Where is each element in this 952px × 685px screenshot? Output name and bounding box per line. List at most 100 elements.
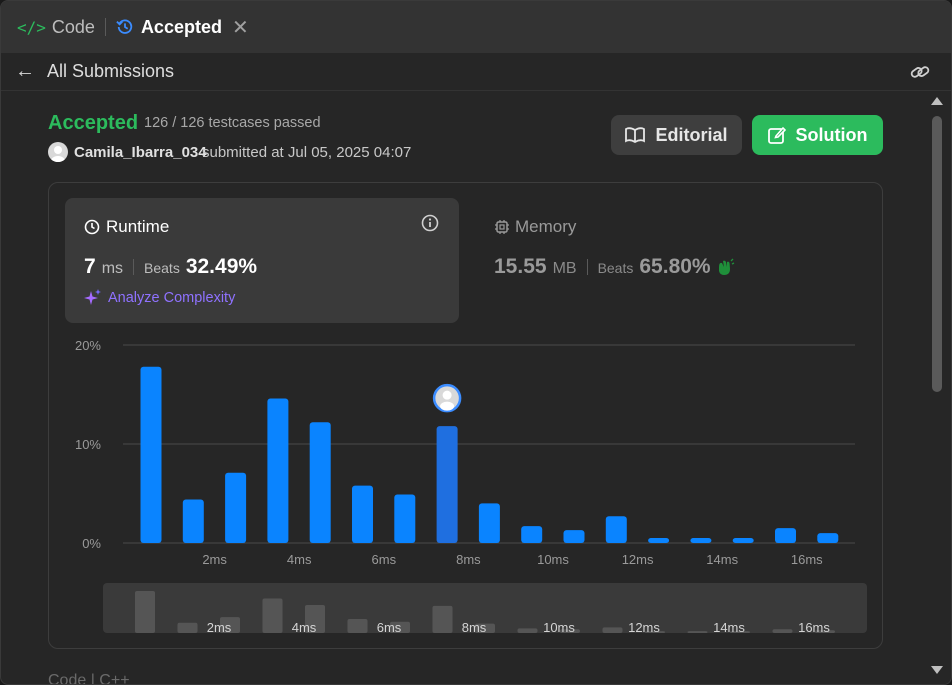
submitter-username[interactable]: Camila_Ibarra_034	[74, 144, 207, 161]
tab-divider	[104, 18, 106, 36]
scroll-up-arrow-icon[interactable]	[931, 97, 943, 105]
minimap-bar	[135, 591, 155, 633]
runtime-title-row: Runtime	[84, 217, 169, 237]
chart-bar	[225, 472, 247, 543]
avatar[interactable]	[48, 142, 68, 162]
chart-bar	[563, 530, 585, 543]
chart-bar	[267, 398, 289, 543]
memory-title: Memory	[515, 217, 577, 236]
scrollbar-thumb[interactable]	[932, 116, 942, 392]
clap-icon	[718, 258, 734, 275]
avatar-head	[442, 390, 452, 400]
submissions-header: ← All Submissions	[1, 53, 951, 91]
chart-bar	[817, 533, 839, 543]
performance-card: 20% 10% 0% 2ms 4ms 6ms 8ms 10ms 12ms 14ms 16ms 2ms 4…	[48, 182, 883, 649]
memory-unit: MB	[552, 260, 577, 277]
info-icon[interactable]	[421, 214, 439, 232]
minimap-bar	[262, 598, 283, 633]
submitted-timestamp: submitted at Jul 05, 2025 04:07	[202, 144, 412, 161]
tab-accepted[interactable]: Accepted ✕	[116, 1, 249, 53]
minimap-tick-label: 2ms	[207, 620, 232, 635]
x-tick-label: 12ms	[622, 552, 654, 567]
chart-bar	[775, 528, 796, 543]
x-tick-label: 14ms	[706, 552, 738, 567]
memory-beats-value: 65.80%	[639, 255, 711, 278]
memory-title-row: Memory	[494, 217, 576, 237]
chart-bar	[182, 499, 204, 543]
chart-bar	[690, 538, 712, 543]
x-tick-label: 8ms	[456, 552, 481, 567]
chart-bar	[732, 538, 754, 543]
memory-value: 15.55	[494, 255, 547, 278]
analyze-complexity-label: Analyze Complexity	[108, 290, 236, 306]
share-link-icon[interactable]	[909, 63, 931, 81]
history-icon	[116, 19, 133, 34]
divider	[133, 259, 135, 275]
chart-bar	[436, 426, 458, 543]
book-icon	[625, 127, 646, 143]
clock-icon	[84, 219, 100, 235]
submission-detail: Accepted 126 / 126 testcases passed Cami…	[1, 92, 927, 684]
solution-button[interactable]: Solution	[752, 115, 883, 155]
runtime-beats-label: Beats	[144, 260, 180, 276]
chart-bar	[140, 366, 162, 543]
chart-bar	[605, 516, 627, 543]
runtime-value-row: 7 ms Beats 32.49%	[84, 255, 257, 279]
minimap-tick-label: 10ms	[543, 620, 575, 635]
scrollbar[interactable]	[927, 92, 949, 684]
back-arrow-icon[interactable]: ←	[15, 60, 35, 83]
y-tick-label: 20%	[75, 338, 101, 353]
minimap-bar	[347, 619, 368, 633]
close-icon[interactable]: ✕	[232, 15, 249, 40]
submission-status: Accepted	[48, 112, 139, 134]
minimap-tick-label: 8ms	[462, 620, 487, 635]
memory-beats-label: Beats	[597, 260, 634, 276]
y-tick-label: 10%	[75, 437, 101, 452]
y-tick-label: 0%	[82, 536, 101, 551]
editorial-label: Editorial	[655, 124, 728, 145]
memory-value-row: 15.55 MB Beats 65.80%	[494, 255, 735, 279]
all-submissions-link[interactable]: All Submissions	[47, 61, 174, 82]
runtime-value: 7	[84, 255, 96, 278]
x-tick-label: 10ms	[537, 552, 569, 567]
chart-bar	[352, 485, 373, 543]
runtime-beats-value: 32.49%	[185, 255, 258, 278]
chart-bar	[478, 503, 500, 543]
minimap-bar	[177, 622, 198, 633]
x-tick-label: 4ms	[287, 552, 312, 567]
tab-code-label: Code	[51, 16, 95, 37]
sparkle-icon	[84, 289, 101, 305]
runtime-panel[interactable]: Runtime 7 ms Beats 32.49% Analyze Comple…	[65, 198, 459, 323]
solution-label: Solution	[795, 124, 868, 145]
x-tick-label: 2ms	[202, 552, 227, 567]
edit-icon	[767, 126, 786, 144]
minimap-tick-label: 6ms	[377, 620, 402, 635]
runtime-title: Runtime	[106, 217, 170, 236]
chart-bar	[648, 538, 670, 543]
x-tick-label: 6ms	[372, 552, 397, 567]
memory-panel[interactable]: Memory 15.55 MB Beats 65.80%	[479, 198, 839, 323]
minimap-bar	[602, 627, 623, 633]
editorial-button[interactable]: Editorial	[611, 115, 742, 155]
analyze-complexity-link[interactable]: Analyze Complexity	[84, 289, 235, 307]
testcases-passed: 126 / 126 testcases passed	[144, 115, 321, 131]
chart-bar	[521, 526, 543, 543]
scroll-down-arrow-icon[interactable]	[931, 666, 943, 674]
divider	[586, 259, 588, 275]
minimap-tick-label: 12ms	[628, 620, 660, 635]
chip-icon	[495, 220, 509, 234]
minimap-tick-label: 16ms	[798, 620, 830, 635]
tab-bar: </> Code Accepted ✕	[1, 1, 951, 53]
minimap-bar	[432, 605, 453, 633]
tab-code[interactable]: </> Code	[17, 1, 95, 53]
runtime-unit: ms	[101, 260, 124, 277]
code-icon: </>	[17, 17, 46, 37]
minimap-bar	[517, 628, 538, 633]
x-tick-label: 16ms	[791, 552, 823, 567]
minimap-tick-label: 14ms	[713, 620, 745, 635]
tab-accepted-label: Accepted	[140, 16, 222, 37]
chart-bar	[394, 494, 416, 543]
submission-window: </> Code Accepted ✕ ← All Submissions Ac…	[0, 0, 952, 685]
minimap-bar	[687, 631, 708, 633]
chart-bar	[309, 422, 331, 543]
